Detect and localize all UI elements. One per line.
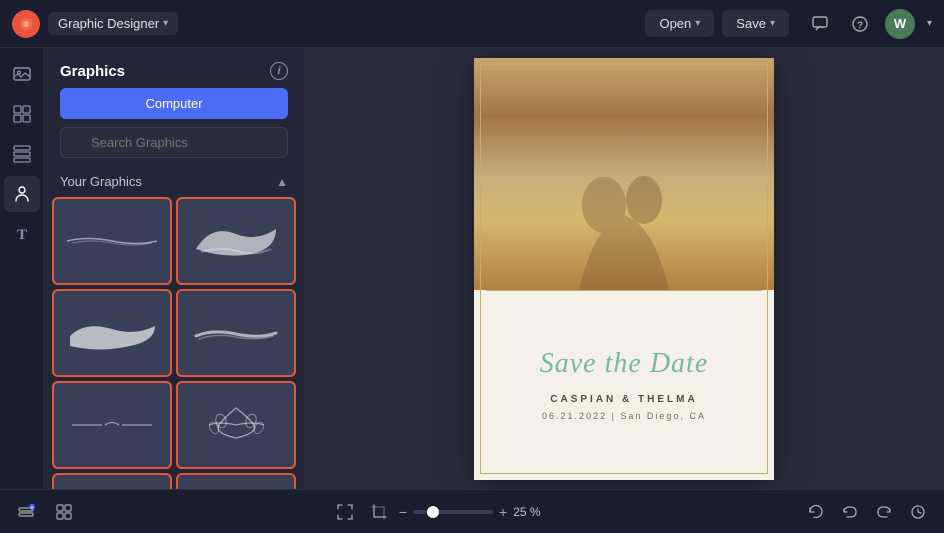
graphic-item-6[interactable]	[176, 381, 296, 469]
zoom-thumb[interactable]	[427, 506, 439, 518]
graphic-item-2[interactable]	[176, 197, 296, 285]
brand-label: Graphic Designer	[58, 16, 159, 31]
canvas-area: Save the Date CASPIAN & THELMA 06.21.202…	[304, 48, 944, 489]
open-button[interactable]: Open ▾	[645, 10, 714, 37]
sidebar-item-photos[interactable]	[4, 56, 40, 92]
graphic-item-3[interactable]	[52, 289, 172, 377]
bottombar-left: +	[12, 498, 78, 526]
user-avatar[interactable]: W	[885, 9, 915, 39]
graphic-item-7[interactable]	[52, 473, 172, 489]
graphic-item-1[interactable]	[52, 197, 172, 285]
redo-icon[interactable]	[870, 498, 898, 526]
section-collapse-arrow[interactable]: ▲	[276, 175, 288, 189]
canvas-card[interactable]: Save the Date CASPIAN & THELMA 06.21.202…	[474, 58, 774, 480]
fit-screen-icon[interactable]	[331, 498, 359, 526]
topbar: Graphic Designer ▾ Open ▾ Save ▾ ? W ▾	[0, 0, 944, 48]
panel-tab-row: Computer	[44, 88, 304, 127]
avatar-dropdown-arrow[interactable]: ▾	[927, 18, 932, 29]
date-text: 06.21.2022 | San Diego, CA	[542, 411, 706, 421]
sidebar-item-grid[interactable]	[4, 136, 40, 172]
topbar-icons: ? W ▾	[805, 9, 932, 39]
search-row	[44, 127, 304, 168]
sidebar-item-elements[interactable]	[4, 96, 40, 132]
names-text: CASPIAN & THELMA	[550, 394, 697, 405]
search-wrapper	[60, 127, 288, 158]
canvas-text-section: Save the Date CASPIAN & THELMA 06.21.202…	[474, 290, 774, 480]
canvas-scroll: Save the Date CASPIAN & THELMA 06.21.202…	[304, 48, 944, 489]
info-icon[interactable]: i	[270, 62, 288, 80]
comment-icon[interactable]	[805, 9, 835, 39]
sidebar-item-people[interactable]	[4, 176, 40, 212]
graphics-grid: ✦ floral divider ✦	[44, 197, 304, 489]
layers-icon[interactable]: +	[12, 498, 40, 526]
bottombar-right	[802, 498, 932, 526]
main-area: T Graphics i Computer Your Gra	[0, 48, 944, 489]
computer-tab-button[interactable]: Computer	[60, 88, 288, 119]
grid-view-icon[interactable]	[50, 498, 78, 526]
undo-icon[interactable]	[836, 498, 864, 526]
sidebar-item-text[interactable]: T	[4, 216, 40, 252]
search-input[interactable]	[60, 127, 288, 158]
graphic-item-8[interactable]: ✦ floral divider ✦	[176, 473, 296, 489]
zoom-level: 25 %	[513, 505, 549, 519]
graphic-item-5[interactable]	[52, 381, 172, 469]
help-icon[interactable]: ?	[845, 9, 875, 39]
brand-arrow: ▾	[163, 18, 168, 29]
bottombar-center: − + 25 %	[331, 498, 549, 526]
zoom-slider[interactable]	[413, 510, 493, 514]
bottombar: + −	[0, 489, 944, 533]
svg-text:?: ?	[857, 20, 863, 31]
reset-icon[interactable]	[802, 498, 830, 526]
svg-text:T: T	[16, 227, 26, 243]
canvas-photo	[474, 58, 774, 290]
graphics-panel: Graphics i Computer Your Graphics ▲	[44, 48, 304, 489]
crop-icon[interactable]	[365, 498, 393, 526]
icon-sidebar: T	[0, 48, 44, 489]
graphic-item-4[interactable]	[176, 289, 296, 377]
panel-title: Graphics	[60, 63, 125, 80]
section-title: Your Graphics	[60, 174, 142, 189]
save-button[interactable]: Save ▾	[722, 10, 789, 37]
panel-header: Graphics i	[44, 48, 304, 88]
brand-dropdown[interactable]: Graphic Designer ▾	[48, 12, 178, 35]
history-icon[interactable]	[904, 498, 932, 526]
grid-inner: ✦ floral divider ✦	[52, 197, 296, 489]
zoom-in-icon[interactable]: +	[499, 504, 507, 520]
svg-text:+: +	[31, 505, 34, 511]
app-logo[interactable]	[12, 10, 40, 38]
save-date-text: Save the Date	[540, 348, 709, 380]
section-header: Your Graphics ▲	[44, 168, 304, 197]
zoom-out-icon[interactable]: −	[399, 504, 407, 520]
